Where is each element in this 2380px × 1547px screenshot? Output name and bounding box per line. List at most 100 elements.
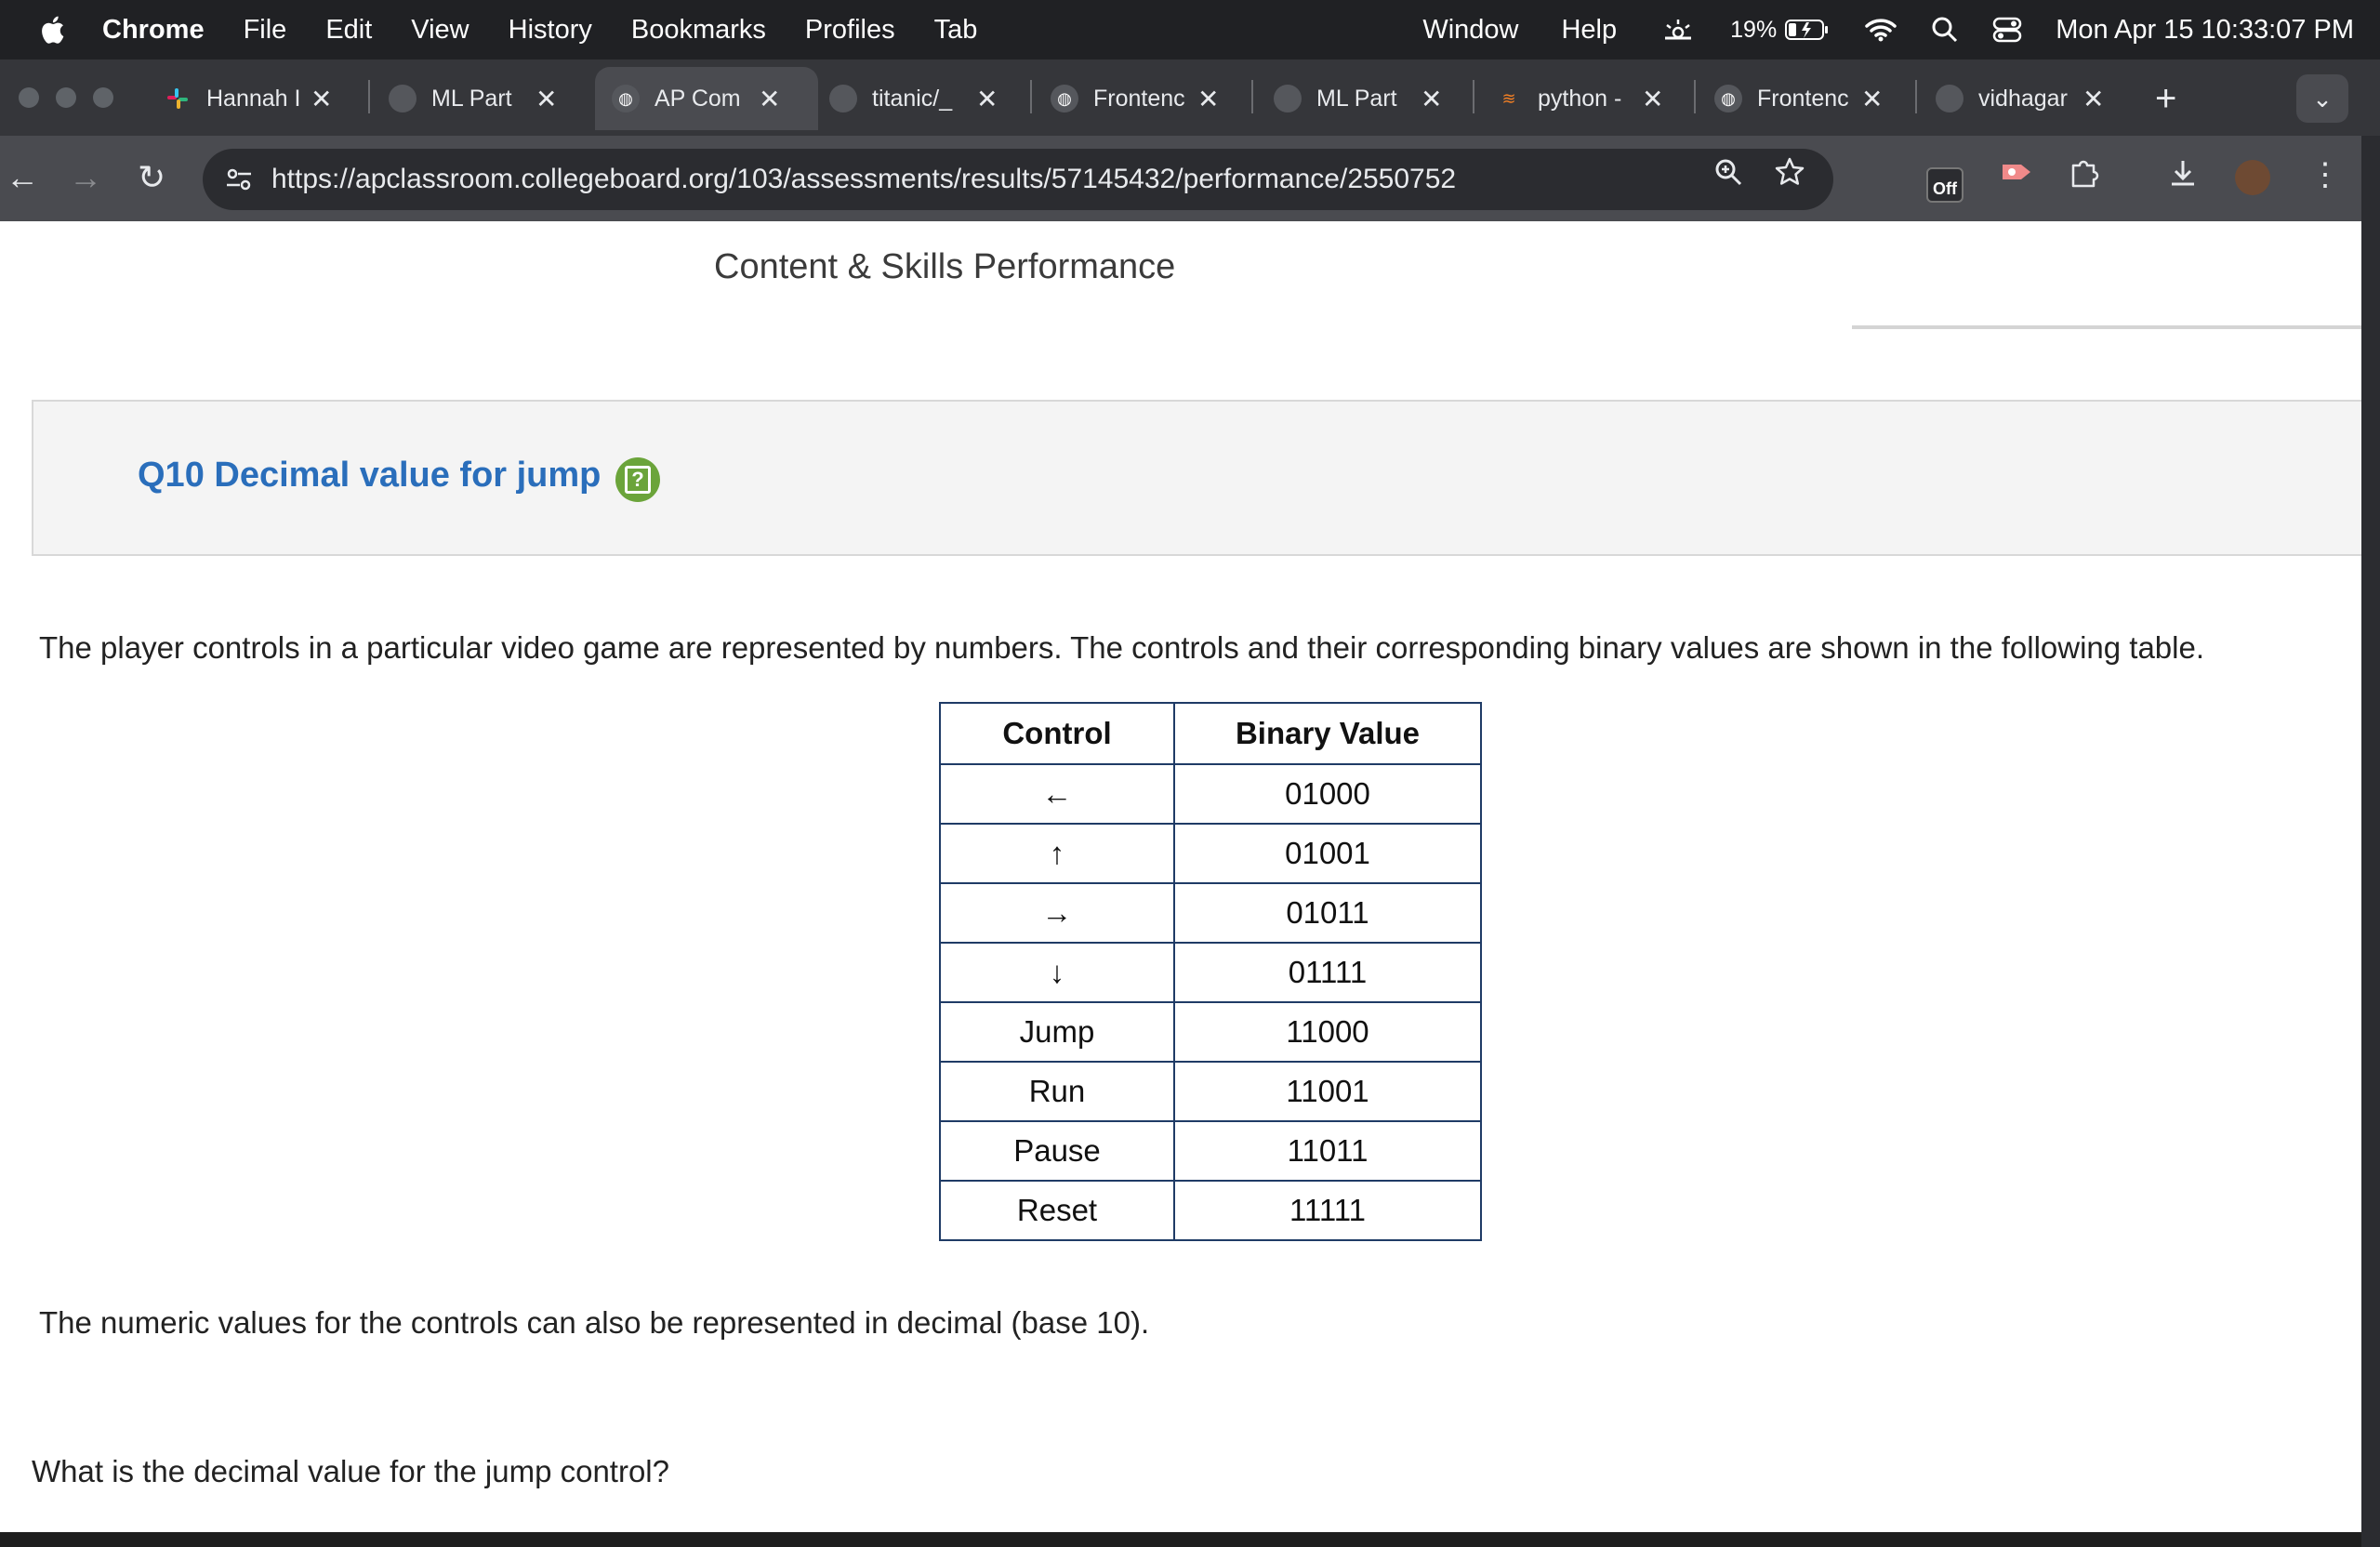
- tab-label: vidhagar: [1978, 85, 2068, 112]
- question-prompt: What is the decimal value for the jump c…: [32, 1454, 669, 1488]
- site-info-icon[interactable]: [223, 164, 255, 195]
- control-cell: ↑: [939, 823, 1175, 884]
- tab-separator: [1473, 80, 1474, 113]
- menu-file[interactable]: File: [244, 15, 287, 46]
- control-cell: ↓: [939, 942, 1175, 1003]
- binary-cell: 01011: [1173, 882, 1482, 944]
- help-icon: ?: [625, 466, 651, 494]
- tab-titanic[interactable]: titanic/_ ✕: [829, 67, 998, 130]
- profile-avatar[interactable]: [2235, 160, 2270, 195]
- menu-view[interactable]: View: [411, 15, 469, 46]
- tab-label: AP Com: [654, 85, 741, 112]
- tab-search-button[interactable]: ⌄: [2296, 74, 2348, 123]
- apple-icon[interactable]: [37, 13, 71, 46]
- control-cell: Run: [939, 1061, 1175, 1122]
- table-row: Jump 11000: [939, 1001, 1482, 1063]
- github-icon: [829, 85, 857, 112]
- chevron-down-icon: ⌄: [2312, 84, 2333, 112]
- close-icon[interactable]: ✕: [2082, 84, 2104, 114]
- menubar-clock[interactable]: Mon Apr 15 10:33:07 PM: [2056, 15, 2354, 46]
- tab-label: python -: [1538, 85, 1622, 112]
- control-center-icon[interactable]: [1992, 17, 2022, 43]
- menu-tab[interactable]: Tab: [934, 15, 978, 46]
- menu-app-name[interactable]: Chrome: [102, 15, 205, 46]
- zoom-icon[interactable]: [1712, 156, 1744, 196]
- close-icon[interactable]: ✕: [1642, 84, 1663, 114]
- menu-profiles[interactable]: Profiles: [805, 15, 895, 46]
- tab-python[interactable]: ≋ python - ✕: [1495, 67, 1663, 130]
- github-icon: [1274, 85, 1302, 112]
- address-bar[interactable]: https://apclassroom.collegeboard.org/103…: [203, 149, 1833, 210]
- extension-off-label: Off: [1933, 179, 1957, 198]
- more-options-icon[interactable]: ⋮: [2309, 156, 2341, 193]
- binary-cell: 01001: [1173, 823, 1482, 884]
- binary-cell: 11111: [1173, 1180, 1482, 1241]
- recording-extension-icon[interactable]: [1999, 156, 2036, 196]
- close-icon[interactable]: ✕: [759, 84, 780, 114]
- extension-off-icon[interactable]: Off: [1926, 167, 1964, 203]
- question-intro: The player controls in a particular vide…: [39, 630, 2205, 665]
- tab-frontend-2[interactable]: ◍ Frontenc ✕: [1714, 67, 1883, 130]
- menu-bookmarks[interactable]: Bookmarks: [631, 15, 766, 46]
- slack-icon: [164, 85, 192, 112]
- close-icon[interactable]: ✕: [1861, 84, 1883, 114]
- reload-icon: ↻: [138, 158, 166, 196]
- question-help-button[interactable]: ?: [615, 457, 660, 502]
- table-row: ← 01000: [939, 763, 1482, 825]
- arrow-left-icon: ←: [6, 158, 39, 196]
- menu-history[interactable]: History: [509, 15, 592, 46]
- new-tab-button[interactable]: +: [2155, 78, 2176, 120]
- tab-vidhagar[interactable]: vidhagar ✕: [1936, 67, 2104, 130]
- forward-button[interactable]: →: [69, 158, 102, 197]
- close-icon[interactable]: ✕: [976, 84, 998, 114]
- back-button[interactable]: ←: [6, 158, 39, 197]
- control-cell: Jump: [939, 1001, 1175, 1063]
- decimal-note: The numeric values for the controls can …: [39, 1305, 1150, 1340]
- minimize-window-button[interactable]: [56, 87, 76, 108]
- tab-label: ML Part: [1316, 85, 1397, 112]
- table-row: Run 11001: [939, 1061, 1482, 1122]
- battery-percent: 19%: [1730, 16, 1778, 43]
- menu-window[interactable]: Window: [1422, 15, 1518, 46]
- close-icon[interactable]: ✕: [311, 84, 332, 114]
- bookmark-star-icon[interactable]: [1774, 156, 1805, 196]
- globe-icon: ◍: [1714, 85, 1742, 112]
- tab-frontend[interactable]: ◍ Frontenc ✕: [1051, 67, 1219, 130]
- tab-ap-com-active[interactable]: ◍ AP Com ✕: [595, 67, 818, 130]
- tab-ml-part[interactable]: ML Part ✕: [389, 67, 557, 130]
- url-text[interactable]: https://apclassroom.collegeboard.org/103…: [271, 164, 1456, 195]
- table-row: ↓ 01111: [939, 942, 1482, 1003]
- tab-label: Frontenc: [1757, 85, 1849, 112]
- close-icon[interactable]: ✕: [1197, 84, 1219, 114]
- background-taskbar-strip: [0, 1532, 2361, 1547]
- brightness-icon[interactable]: [1659, 16, 1697, 44]
- column-header-control: Control: [939, 702, 1175, 765]
- title-divider: [1852, 325, 2361, 329]
- tab-ml-part-2[interactable]: ML Part ✕: [1274, 67, 1442, 130]
- window-controls: [19, 87, 130, 108]
- arrow-right-icon: →: [69, 158, 102, 196]
- battery-icon[interactable]: [1784, 18, 1831, 42]
- close-window-button[interactable]: [19, 87, 39, 108]
- spotlight-search-icon[interactable]: [1931, 16, 1959, 44]
- zoom-window-button[interactable]: [93, 87, 113, 108]
- tab-separator: [1694, 80, 1696, 113]
- table-row: Reset 11111: [939, 1180, 1482, 1241]
- menu-help[interactable]: Help: [1561, 15, 1617, 46]
- github-icon: [389, 85, 416, 112]
- close-icon[interactable]: ✕: [1421, 84, 1442, 114]
- column-header-binary-value: Binary Value: [1173, 702, 1482, 765]
- control-cell: →: [939, 882, 1175, 944]
- download-icon[interactable]: [2166, 156, 2200, 198]
- control-cell: Reset: [939, 1180, 1175, 1241]
- close-icon[interactable]: ✕: [536, 84, 557, 114]
- binary-cell: 01111: [1173, 942, 1482, 1003]
- background-window-edge: [2361, 136, 2380, 1547]
- menu-edit[interactable]: Edit: [325, 15, 372, 46]
- extensions-puzzle-icon[interactable]: [2068, 156, 2101, 198]
- tab-hannah[interactable]: Hannah I ✕: [164, 67, 332, 130]
- tab-label: ML Part: [431, 85, 512, 112]
- reload-button[interactable]: ↻: [138, 158, 165, 197]
- wifi-icon[interactable]: [1864, 17, 1897, 43]
- control-cell: ←: [939, 763, 1175, 825]
